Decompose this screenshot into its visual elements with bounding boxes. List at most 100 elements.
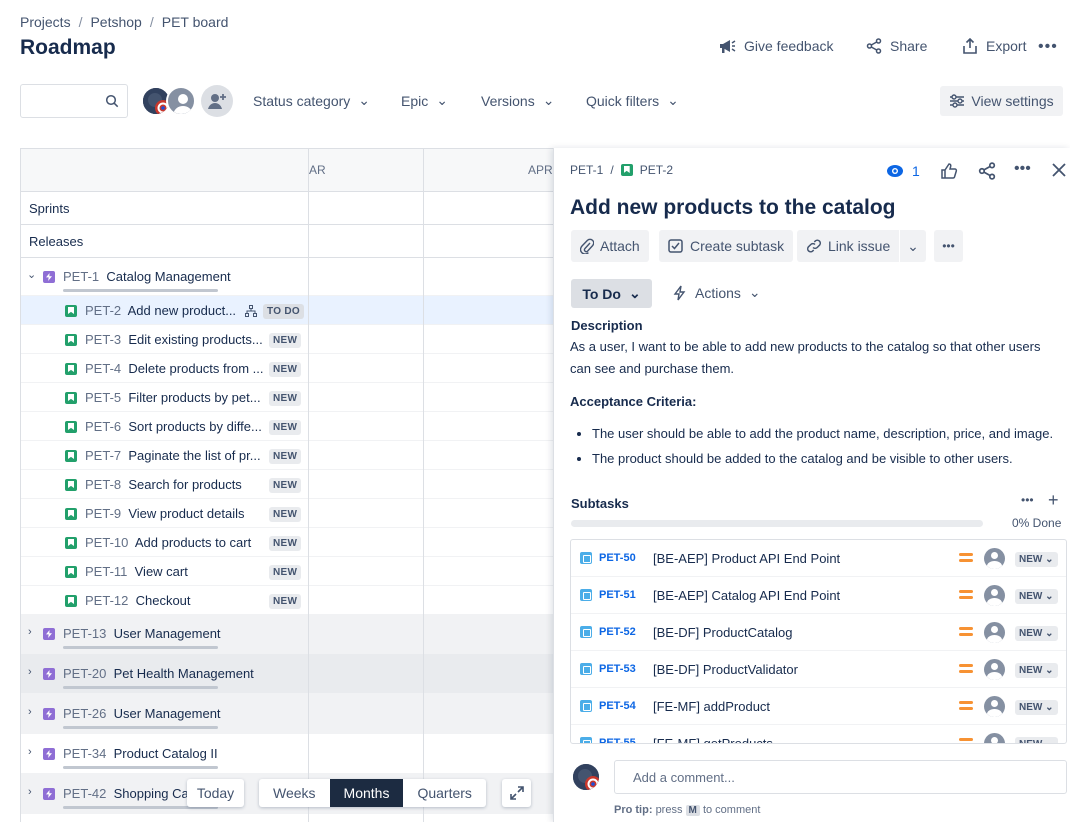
month-divider [423,149,424,822]
view-settings-button[interactable]: View settings [940,86,1063,116]
story-row[interactable]: PET-6 Sort products by diffe... NEW [21,412,553,441]
status-dropdown[interactable]: To Do ⌄ [571,279,652,308]
today-button[interactable]: Today [187,779,244,807]
keyboard-shortcut: M [685,805,700,816]
quarters-button[interactable]: Quarters [403,779,485,807]
assignee-avatar[interactable] [984,733,1005,743]
vote-button[interactable] [940,162,958,183]
attach-button[interactable]: Attach [571,230,649,262]
issue-more-button[interactable]: ••• [1014,160,1031,178]
subtask-key[interactable]: PET-55 [599,737,636,743]
subtask-row[interactable]: PET-54 [FE-MF] addProduct NEW ⌄ [571,688,1066,725]
sprints-row[interactable]: Sprints [21,192,553,225]
assignee-avatar[interactable] [984,622,1005,643]
issue-key-link[interactable]: PET-2 [640,163,673,177]
subtask-status-dropdown[interactable]: NEW ⌄ [1015,626,1058,641]
chevron-right-icon[interactable]: › [28,786,32,798]
share-button[interactable]: Share [866,38,927,54]
assignee-avatar[interactable] [984,548,1005,569]
link-issue-button[interactable]: Link issue [797,230,900,262]
subtask-row[interactable]: PET-55 [FE-MF] getProducts NEW ⌄ [571,725,1066,743]
link-issue-dropdown[interactable]: ⌄ [900,230,926,262]
search-input[interactable] [20,84,128,118]
subtasks-more-button[interactable]: ••• [1021,493,1034,507]
subtask-summary[interactable]: [BE-DF] ProductCatalog [653,625,792,640]
chevron-right-icon[interactable]: › [28,626,32,638]
subtask-status-dropdown[interactable]: NEW ⌄ [1015,589,1058,604]
assignee-avatar[interactable] [984,696,1005,717]
subtask-summary[interactable]: [BE-DF] ProductValidator [653,662,798,677]
chevron-right-icon[interactable]: › [28,746,32,758]
fullscreen-button[interactable] [502,779,531,807]
column-divider[interactable] [308,149,309,822]
releases-row[interactable]: Releases [21,225,553,258]
story-row[interactable]: PET-4 Delete products from ... NEW [21,354,553,383]
subtask-row[interactable]: PET-53 [BE-DF] ProductValidator NEW ⌄ [571,651,1066,688]
subtask-row[interactable]: PET-50 [BE-AEP] Product API End Point NEW … [571,540,1066,577]
avatar-default-user[interactable] [166,86,196,116]
breadcrumb-projects[interactable]: Projects [20,14,71,30]
weeks-button[interactable]: Weeks [259,779,330,807]
subtask-status-dropdown[interactable]: NEW ⌄ [1015,552,1058,567]
issue-actions-more-button[interactable]: ••• [934,230,963,262]
assignee-avatar[interactable] [984,585,1005,606]
parent-issue-link[interactable]: PET-1 [570,163,603,177]
epic-row[interactable]: ⌄ PET-1 Catalog Management [21,258,553,296]
chevron-right-icon[interactable]: › [28,666,32,678]
give-feedback-button[interactable]: Give feedback [718,38,834,54]
quick-filters-filter[interactable]: Quick filters ⌄ [586,92,679,109]
breadcrumb-petshop[interactable]: Petshop [90,14,141,30]
assignee-avatar[interactable] [984,659,1005,680]
subtask-key[interactable]: PET-53 [599,663,636,675]
subtask-summary[interactable]: [FE-MF] addProduct [653,699,770,714]
versions-filter[interactable]: Versions ⌄ [481,92,554,109]
share-issue-button[interactable] [978,162,996,183]
epic-filter[interactable]: Epic ⌄ [401,92,448,109]
chevron-down-icon[interactable]: ⌄ [27,268,36,281]
subtask-row[interactable]: PET-52 [BE-DF] ProductCatalog NEW ⌄ [571,614,1066,651]
subtask-key[interactable]: PET-54 [599,700,636,712]
more-actions-button[interactable]: ••• [1038,38,1058,56]
chevron-right-icon[interactable]: › [28,706,32,718]
close-panel-button[interactable] [1051,162,1067,181]
epic-progress-bar [63,646,218,649]
add-subtask-icon[interactable]: + [1048,490,1059,511]
description-text[interactable]: As a user, I want to be able to add new … [570,336,1050,380]
add-people-button[interactable] [201,85,233,117]
subtask-summary[interactable]: [BE-AEP] Product API End Point [653,551,840,566]
story-row[interactable]: PET-10 Add products to cart NEW [21,528,553,557]
epic-name: Catalog Management [106,269,231,284]
story-row[interactable]: PET-5 Filter products by pet... NEW [21,383,553,412]
status-lozenge: NEW [269,333,302,348]
actions-dropdown[interactable]: Actions ⌄ [673,284,761,301]
story-row-selected[interactable]: PET-2 Add new product... TO DO [21,296,553,325]
story-row[interactable]: PET-9 View product details NEW [21,499,553,528]
months-button[interactable]: Months [329,779,404,807]
epic-row[interactable]: › PET-20 Pet Health Management [21,654,553,694]
create-subtask-button[interactable]: Create subtask [659,230,794,262]
story-row[interactable]: PET-12 Checkout NEW [21,586,553,615]
story-row[interactable]: PET-7 Paginate the list of pr... NEW [21,441,553,470]
breadcrumb-board[interactable]: PET board [162,14,229,30]
subtask-key[interactable]: PET-50 [599,552,636,564]
subtask-summary[interactable]: [BE-AEP] Catalog API End Point [653,588,840,603]
subtask-summary[interactable]: [FE-MF] getProducts [653,736,773,743]
subtask-row[interactable]: PET-51 [BE-AEP] Catalog API End Point NEW … [571,577,1066,614]
watch-button[interactable]: 1 [886,163,920,179]
comment-input[interactable]: Add a comment... [614,760,1067,794]
subtask-status-dropdown[interactable]: NEW ⌄ [1015,700,1058,715]
subtask-status-dropdown[interactable]: NEW ⌄ [1015,663,1058,678]
story-row[interactable]: PET-3 Edit existing products... NEW [21,325,553,354]
subtask-status-dropdown[interactable]: NEW ⌄ [1015,737,1058,743]
story-row[interactable]: PET-8 Search for products NEW [21,470,553,499]
subtask-key[interactable]: PET-52 [599,626,636,638]
issue-title[interactable]: Add new products to the catalog [570,196,896,220]
epic-row[interactable]: › PET-34 Product Catalog II [21,734,553,774]
export-button[interactable]: Export [962,38,1026,54]
status-category-filter[interactable]: Status category ⌄ [253,92,370,109]
subtask-key[interactable]: PET-51 [599,589,636,601]
story-row[interactable]: PET-11 View cart NEW [21,557,553,586]
epic-row[interactable]: › PET-13 User Management [21,614,553,654]
epic-row[interactable]: › PET-26 User Management [21,694,553,734]
filter-label: Versions [481,92,535,109]
